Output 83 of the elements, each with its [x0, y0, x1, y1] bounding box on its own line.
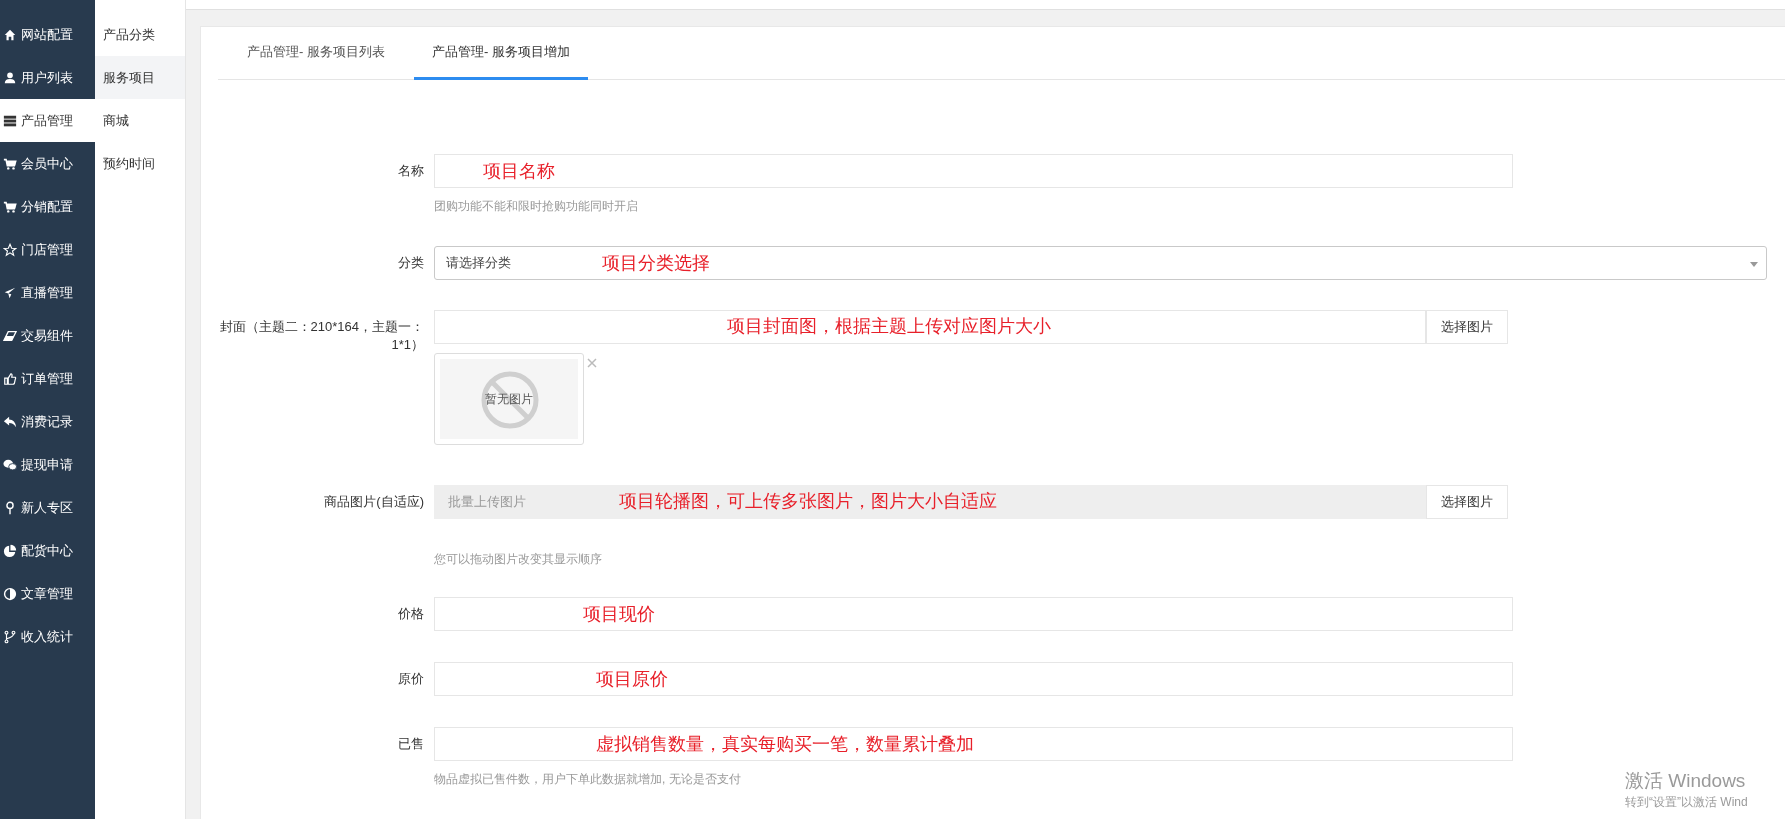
submenu-item[interactable]: 产品分类	[95, 13, 185, 56]
sidebar-item-label: 网站配置	[21, 25, 73, 44]
input-field[interactable]	[434, 310, 1426, 344]
annotation-text: 项目现价	[583, 603, 655, 626]
plane-icon	[3, 285, 17, 300]
home-icon	[3, 27, 17, 42]
annotation-text: 项目封面图，根据主题上传对应图片大小	[727, 315, 1051, 338]
sidebar-item[interactable]: 新人专区	[0, 486, 95, 529]
sidebar-item-label: 产品管理	[21, 111, 73, 130]
sidebar-item-label: 新人专区	[21, 498, 73, 517]
chat-bubbles-icon	[3, 457, 17, 472]
sidebar-item-label: 会员中心	[21, 154, 73, 173]
map-pin-icon	[3, 500, 17, 515]
help-text: 物品虚拟已售件数，用户下单此数据就增加, 无论是否支付	[434, 771, 742, 788]
no-image-text: 暂无图片	[485, 391, 533, 408]
field-label: 商品图片(自适应)	[323, 493, 425, 511]
annotation-text: 项目原价	[596, 668, 668, 691]
server-icon	[3, 113, 17, 128]
upload-placeholder: 批量上传图片	[448, 493, 526, 512]
help-text: 团购功能不能和限时抢购功能同时开启	[434, 198, 639, 215]
field-label: 名称	[397, 162, 425, 180]
annotation-text: 虚拟销售数量，真实每购买一笔，数量累计叠加	[596, 733, 974, 756]
sidebar-item-label: 消费记录	[21, 412, 73, 431]
cart-icon	[3, 156, 17, 171]
user-icon	[3, 70, 17, 85]
field-label: 分类	[397, 254, 425, 272]
help-text: 您可以拖动图片改变其显示顺序	[434, 551, 603, 568]
sidebar-item[interactable]: 用户列表	[0, 56, 95, 99]
activation-notice-text: 转到“设置”以激活 Wind	[1625, 794, 1749, 811]
annotation-text: 项目轮播图，可上传多张图片，图片大小自适应	[619, 490, 997, 513]
input-field[interactable]: 项目原价	[434, 662, 1513, 696]
sidebar-item-label: 直播管理	[21, 283, 73, 302]
star-icon	[3, 242, 17, 257]
select-placeholder: 请选择分类	[446, 254, 511, 273]
submenu-item[interactable]: 商城	[95, 99, 185, 142]
sidebar-item[interactable]: 收入统计	[0, 615, 95, 658]
select-field[interactable]: 请选择分类 项目分类选择	[434, 246, 1767, 280]
field-label: 原价	[397, 670, 425, 688]
annotation-text: 项目分类选择	[602, 252, 710, 275]
no-image-icon	[480, 370, 540, 430]
reply-arrow-icon	[3, 414, 17, 429]
eraser-icon	[3, 328, 17, 343]
half-circle-icon	[3, 586, 17, 601]
submenu-item[interactable]: 服务项目	[95, 56, 185, 99]
sidebar-item[interactable]: 消费记录	[0, 400, 95, 443]
pie-chart-icon	[3, 543, 17, 558]
activation-notice-title: 激活 Windows	[1625, 769, 1747, 793]
sidebar-item[interactable]: 文章管理	[0, 572, 95, 615]
sidebar-item[interactable]: 交易组件	[0, 314, 95, 357]
cart-icon	[3, 199, 17, 214]
sidebar-item-label: 提现申请	[21, 455, 73, 474]
sidebar-item[interactable]: 会员中心	[0, 142, 95, 185]
tab[interactable]: 产品管理- 服务项目列表	[218, 27, 414, 80]
sidebar-item[interactable]: 配货中心	[0, 529, 95, 572]
sidebar-item-label: 订单管理	[21, 369, 73, 388]
choose-image-button[interactable]: 选择图片	[1426, 485, 1508, 519]
sidebar-item[interactable]: 网站配置	[0, 13, 95, 56]
input-field[interactable]: 项目名称	[434, 154, 1513, 188]
submenu-item[interactable]: 预约时间	[95, 142, 185, 185]
tab[interactable]: 产品管理- 服务项目增加	[413, 27, 588, 80]
sidebar-item-label: 门店管理	[21, 240, 73, 259]
choose-image-button[interactable]: 选择图片	[1426, 310, 1508, 344]
sidebar-item[interactable]: 门店管理	[0, 228, 95, 271]
sidebar-item-label: 配货中心	[21, 541, 73, 560]
pointing-hand-icon	[3, 371, 17, 386]
branch-icon	[3, 629, 17, 644]
field-label: 价格	[397, 605, 425, 623]
field-label: 已售	[397, 735, 425, 753]
sidebar-item-label: 分销配置	[21, 197, 73, 216]
sidebar-item-label: 用户列表	[21, 68, 73, 87]
sidebar-item[interactable]: 订单管理	[0, 357, 95, 400]
input-field[interactable]: 项目现价	[434, 597, 1513, 631]
sidebar-item[interactable]: 分销配置	[0, 185, 95, 228]
dropdown-caret-icon	[1750, 262, 1758, 267]
sidebar-item-label: 文章管理	[21, 584, 73, 603]
sidebar-item-label: 收入统计	[21, 627, 73, 646]
annotation-text: 项目名称	[483, 160, 555, 183]
sidebar-item[interactable]: 提现申请	[0, 443, 95, 486]
field-label: 封面（主题二：210*164，主题一：1*1）	[218, 318, 425, 354]
input-field[interactable]: 虚拟销售数量，真实每购买一笔，数量累计叠加	[434, 727, 1513, 761]
sidebar-item[interactable]: 产品管理	[0, 99, 95, 142]
sidebar-item[interactable]: 直播管理	[0, 271, 95, 314]
sidebar-item-label: 交易组件	[21, 326, 73, 345]
